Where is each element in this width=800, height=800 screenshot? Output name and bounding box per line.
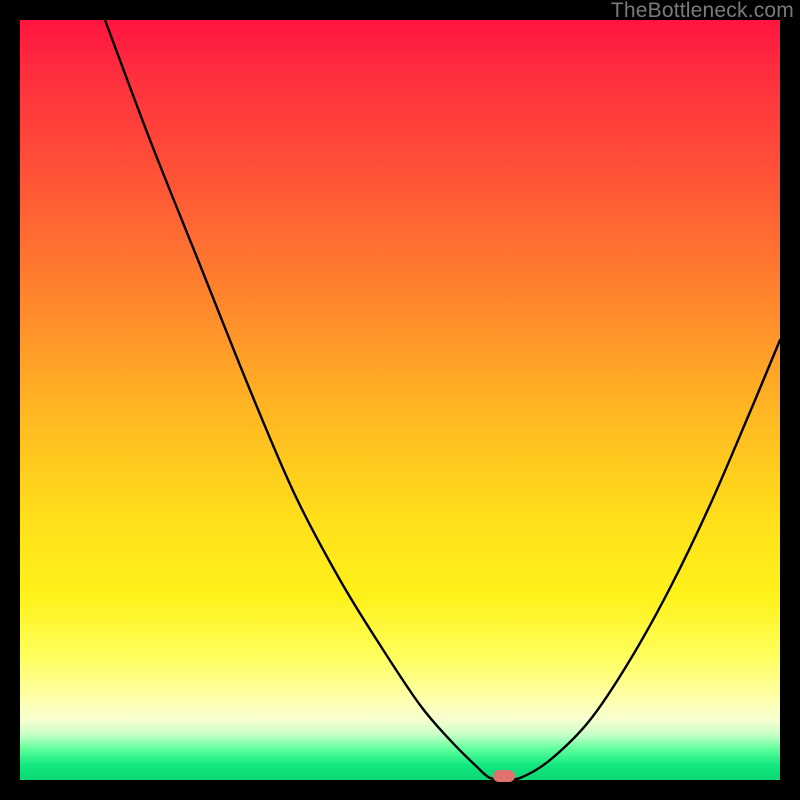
minimum-marker: [493, 770, 515, 782]
watermark-text: TheBottleneck.com: [611, 0, 794, 22]
bottleneck-curve: [20, 20, 780, 780]
plot-area: [20, 20, 780, 780]
chart-frame: TheBottleneck.com: [0, 0, 800, 800]
